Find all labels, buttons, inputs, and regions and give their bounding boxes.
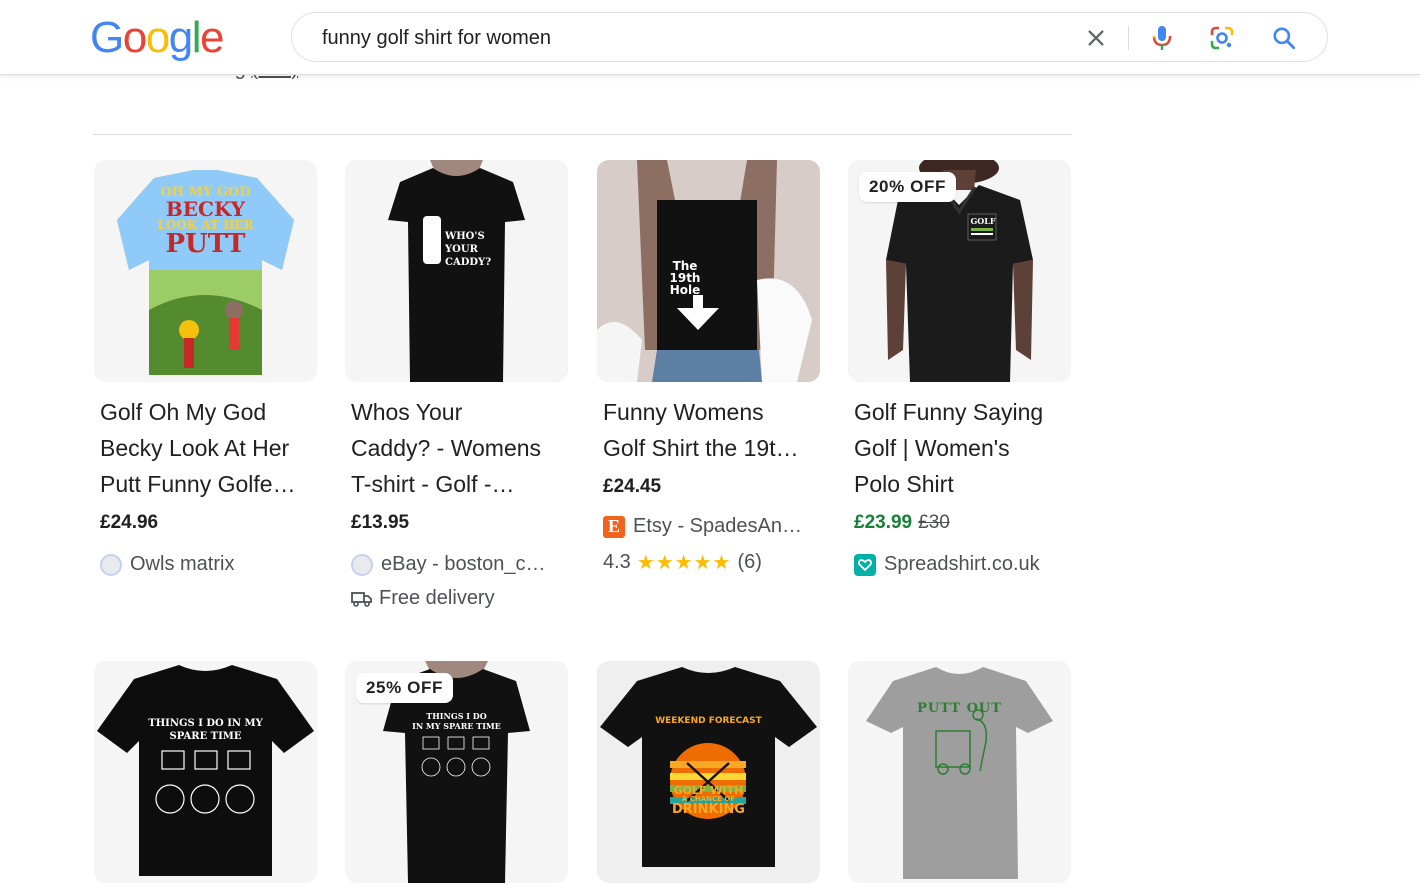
seller-name: Spreadshirt.co.uk [884, 553, 1040, 575]
title-line: Golf Shirt the 19t… [603, 435, 799, 461]
product-title[interactable]: Whos Your Caddy? - Womens T-shirt - Golf… [351, 394, 565, 502]
product-price: £13.95 [351, 512, 409, 534]
image-text: BECKY [165, 197, 246, 221]
product-image[interactable]: THINGS I DO IN MY SPARE TIME 25% OFF [345, 661, 568, 883]
product-image[interactable]: GOLF 20% OFF [848, 160, 1071, 382]
header-bar: Google [0, 0, 1420, 75]
etsy-icon: E [603, 515, 625, 538]
image-text: WEEKEND FORECAST [655, 716, 762, 726]
product-title[interactable]: Golf Oh My God Becky Look At Her Putt Fu… [100, 394, 314, 502]
image-text: GOLF [970, 216, 996, 226]
price: £24.45 [603, 476, 662, 497]
sale-price: £23.99 [854, 512, 913, 533]
original-price: £30 [918, 512, 950, 533]
image-text: CADDY? [445, 257, 492, 268]
logo-letter: l [191, 13, 202, 62]
title-line: Caddy? - Womens [351, 435, 542, 461]
logo-letter: e [199, 13, 224, 62]
logo-letter: o [122, 13, 147, 62]
delivery-info: Free delivery [351, 587, 495, 610]
seller[interactable]: E Etsy - SpadesAn… [603, 515, 818, 538]
product-title[interactable]: Funny Womens Golf Shirt the 19t… [603, 394, 817, 466]
image-text: THINGS I DO IN MY [148, 718, 263, 729]
product-title[interactable]: Golf Funny Saying Golf | Women's Polo Sh… [854, 394, 1068, 502]
discount-badge: 20% OFF [859, 172, 956, 202]
seller-name: Etsy - SpadesAn… [633, 515, 802, 537]
logo-letter: G [90, 13, 124, 62]
image-text: YOUR [445, 244, 478, 255]
product-image[interactable]: WHO'S YOUR CADDY? [345, 160, 568, 382]
google-logo[interactable]: Google [90, 13, 224, 62]
section-divider [93, 134, 1072, 135]
product-price: £24.45 [603, 476, 661, 498]
seller[interactable]: Owls matrix [100, 553, 315, 576]
product-rating[interactable]: 4.3 ★★★★★ (6) [603, 550, 762, 575]
logo-letter: g [168, 13, 193, 62]
price: £13.95 [351, 512, 410, 533]
image-text: WHO'S [445, 231, 485, 242]
rating-value: 4.3 [603, 551, 631, 573]
truck-icon [351, 591, 372, 607]
delivery-text: Free delivery [379, 587, 495, 609]
image-text: DRINKING [672, 802, 745, 817]
title-line: Putt Funny Golfe… [100, 471, 296, 497]
product-image[interactable]: OH MY GOD BECKY LOOK AT HER PUTT [94, 160, 317, 382]
product-image[interactable]: THINGS I DO IN MY SPARE TIME [94, 661, 317, 883]
image-text: SPARE TIME [169, 731, 242, 742]
microphone-icon [1152, 26, 1172, 50]
product-image[interactable]: PUTT OUT [848, 661, 1071, 883]
spreadshirt-icon [854, 553, 876, 576]
lens-search-button[interactable] [1206, 22, 1238, 54]
search-button[interactable] [1268, 22, 1300, 54]
title-line: Becky Look At Her [100, 435, 290, 461]
seller[interactable]: Spreadshirt.co.uk [854, 553, 1069, 576]
google-lens-icon [1210, 26, 1234, 50]
product-image[interactable]: The 19th Hole [597, 160, 820, 382]
image-text: THINGS I DO [426, 711, 487, 721]
logo-letter: o [145, 13, 170, 62]
title-line: T-shirt - Golf -… [351, 471, 515, 497]
seller[interactable]: eBay - boston_c… [351, 553, 566, 576]
image-text: Hole [669, 283, 701, 297]
title-line: Golf Funny Saying [854, 399, 1044, 425]
price: £24.96 [100, 512, 159, 533]
search-icon [1273, 27, 1296, 50]
discount-badge: 25% OFF [356, 673, 453, 703]
title-line: Whos Your [351, 399, 463, 425]
image-text: IN MY SPARE TIME [412, 721, 501, 731]
product-price: £24.96 [100, 512, 158, 534]
search-box [291, 12, 1328, 62]
title-line: Golf | Women's [854, 435, 1010, 461]
rating-stars-icon: ★★★★★ [636, 552, 732, 574]
clear-button[interactable] [1080, 22, 1112, 54]
search-divider [1128, 26, 1129, 50]
rating-count: (6) [737, 551, 762, 573]
image-text: PUTT OUT [917, 701, 1002, 716]
voice-search-button[interactable] [1146, 22, 1178, 54]
seller-name: eBay - boston_c… [381, 553, 546, 575]
seller-name: Owls matrix [130, 553, 235, 575]
title-line: Polo Shirt [854, 471, 954, 497]
title-line: Golf Oh My God [100, 399, 267, 425]
search-input[interactable] [322, 25, 1062, 51]
close-icon [1088, 30, 1104, 46]
globe-icon [100, 553, 122, 576]
globe-icon [351, 553, 373, 576]
image-text: PUTT [165, 229, 246, 259]
product-image[interactable]: WEEKEND FORECAST GOLF WITH A CHANCE OF D… [597, 661, 820, 883]
title-line: Funny Womens [603, 399, 764, 425]
product-price: £23.99 £30 [854, 512, 950, 534]
